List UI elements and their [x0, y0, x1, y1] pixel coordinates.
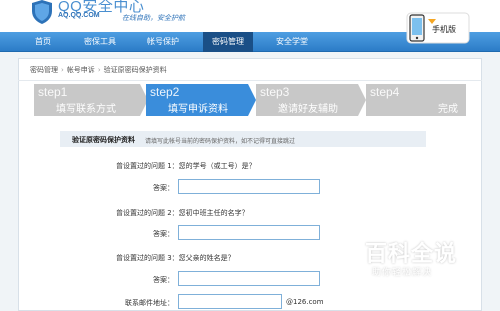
mobile-version-badge[interactable]: 手机版	[406, 12, 470, 44]
step-1: step1 填写联系方式	[34, 84, 140, 116]
breadcrumb-item-account-appeal[interactable]: 帐号申诉	[67, 66, 95, 74]
email-label: 联系邮件地址：	[125, 299, 174, 307]
step-number: step2	[150, 85, 180, 99]
step-number: step1	[38, 85, 68, 99]
security-question-3: 曾设置过的问题 3：您父亲的姓名是？	[116, 254, 235, 262]
breadcrumb-item-current: 验证原密码保护资料	[103, 66, 167, 74]
brand-slogan: 在线自助，安全护航	[122, 14, 185, 22]
step-number: step3	[260, 85, 290, 99]
breadcrumb: 密码管理 › 帐号申诉 › 验证原密码保护资料	[30, 65, 167, 75]
nav-item-security-school[interactable]: 安全学堂	[272, 32, 312, 52]
step-label: 填写联系方式	[56, 104, 116, 115]
step-number: step4	[370, 85, 400, 99]
security-question-1: 曾设置过的问题 1：您的学号（或工号）是？	[116, 162, 256, 170]
watermark-subtitle: 助你轻松解决	[372, 268, 433, 278]
breadcrumb-item-password-management[interactable]: 密码管理	[30, 66, 58, 74]
nav-item-password-management[interactable]: 密码管理	[203, 32, 253, 52]
answer-input-1[interactable]	[178, 179, 320, 194]
answer-input-2[interactable]	[178, 225, 320, 240]
answer-label-3: 答案：	[153, 276, 174, 284]
section-hint: 请填写此帐号当前的密码保护资料，如不记得可直接跳过	[145, 138, 296, 145]
nav-item-security-tools[interactable]: 密保工具	[80, 32, 120, 52]
nav-item-home[interactable]: 首页	[28, 32, 58, 52]
divider	[18, 80, 482, 81]
watermark-title: 百科全说	[365, 242, 458, 267]
step-label: 完成	[438, 104, 458, 115]
step-label: 填写申诉资料	[168, 104, 228, 115]
brand-domain: AQ.QQ.COM	[58, 12, 100, 19]
answer-label-2: 答案：	[153, 230, 174, 238]
shield-logo-icon	[32, 0, 52, 24]
nav-item-account-protection[interactable]: 帐号保护	[143, 32, 183, 52]
mobile-version-label: 手机版	[432, 25, 456, 34]
breadcrumb-separator: ›	[97, 66, 101, 74]
security-question-2: 曾设置过的问题 2：您初中班主任的名字？	[116, 209, 249, 217]
email-field[interactable]	[178, 294, 282, 309]
answer-input-3[interactable]	[178, 271, 320, 286]
answer-label-1: 答案：	[153, 184, 174, 192]
step-arrow	[248, 84, 256, 116]
step-arrow	[358, 84, 366, 116]
section-title: 验证原密码保护资料	[72, 136, 135, 144]
breadcrumb-separator: ›	[61, 66, 64, 74]
email-domain-suffix: @126.com	[286, 298, 324, 306]
step-label: 邀请好友辅助	[278, 104, 338, 115]
step-3: step3 邀请好友辅助	[256, 84, 358, 116]
step-4: step4 完成	[366, 84, 466, 116]
step-2: step2 填写申诉资料	[146, 84, 248, 116]
